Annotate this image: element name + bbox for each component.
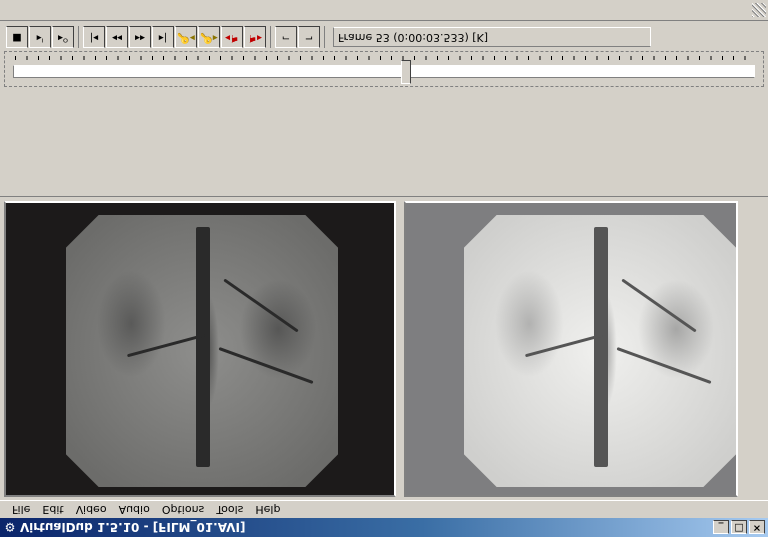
vessel	[617, 347, 712, 384]
play-input-button[interactable]: ▸ᴵ	[29, 26, 51, 48]
trackbar-ticks	[15, 56, 755, 60]
menu-file[interactable]: File	[6, 503, 36, 516]
stop-button[interactable]: ■	[6, 26, 28, 48]
window-title: VirtualDub 1.5.10 - [FILM_01.AVI]	[20, 520, 246, 535]
vessel	[525, 334, 603, 358]
status-area	[0, 87, 768, 197]
input-frame-image	[66, 215, 338, 487]
status-strip	[0, 0, 768, 21]
resize-grip-icon[interactable]	[752, 3, 766, 17]
menu-video[interactable]: Video	[70, 503, 113, 516]
menu-audio[interactable]: Audio	[113, 503, 156, 516]
frame-readout: Frame 53 (0:00:03.533) [K]	[333, 27, 651, 47]
menu-options[interactable]: Options	[156, 503, 210, 516]
virtualdub-window: ⚙ VirtualDub 1.5.10 - [FILM_01.AVI] _ □ …	[0, 0, 768, 537]
play-output-button[interactable]: ▸ᴼ	[52, 26, 74, 48]
output-frame-image	[464, 215, 736, 487]
vessel	[223, 278, 298, 332]
window-controls: _ □ ×	[713, 520, 765, 535]
close-button[interactable]: ×	[749, 520, 765, 535]
trackbar-thumb[interactable]	[401, 60, 412, 84]
next-frame-button[interactable]: ▸▸	[129, 26, 151, 48]
prev-keyframe-button[interactable]: 🔑◂	[175, 26, 197, 48]
minimize-button[interactable]: _	[713, 520, 729, 535]
menu-tools[interactable]: Tools	[210, 503, 249, 516]
trackbar-channel[interactable]	[13, 65, 755, 78]
vessel	[594, 227, 608, 467]
input-video-pane[interactable]	[4, 201, 396, 497]
output-video-pane[interactable]	[404, 201, 738, 497]
gear-icon[interactable]: ⚙	[3, 521, 17, 535]
vessel	[127, 334, 205, 358]
position-trackbar[interactable]	[4, 51, 764, 87]
mark-in-button[interactable]: ⌐	[275, 26, 297, 48]
go-end-button[interactable]: ▸|	[152, 26, 174, 48]
scene-back-button[interactable]: ◂⚑	[221, 26, 243, 48]
title-bar[interactable]: ⚙ VirtualDub 1.5.10 - [FILM_01.AVI] _ □ …	[0, 518, 768, 537]
menu-help[interactable]: Help	[249, 503, 286, 516]
next-keyframe-button[interactable]: 🔑▸	[198, 26, 220, 48]
playback-group: ■ ▸ᴵ ▸ᴼ	[4, 26, 79, 48]
maximize-button[interactable]: □	[731, 520, 747, 535]
go-start-button[interactable]: |◂	[83, 26, 105, 48]
vessel	[219, 347, 314, 384]
navigation-group: |◂ ◂◂ ▸▸ ▸| 🔑◂ 🔑▸ ◂⚑ ⚑▸	[81, 26, 271, 48]
selection-group: ⌐ ¬	[273, 26, 325, 48]
vessel	[196, 227, 210, 467]
playback-toolbar: ■ ▸ᴵ ▸ᴼ |◂ ◂◂ ▸▸ ▸| 🔑◂ 🔑▸ ◂⚑ ⚑▸ ⌐ ¬ Fram…	[4, 25, 764, 49]
prev-frame-button[interactable]: ◂◂	[106, 26, 128, 48]
menu-edit[interactable]: Edit	[36, 503, 69, 516]
mark-out-button[interactable]: ¬	[298, 26, 320, 48]
vessel	[621, 278, 696, 332]
menu-bar: File Edit Video Audio Options Tools Help	[0, 500, 768, 518]
scene-forward-button[interactable]: ⚑▸	[244, 26, 266, 48]
